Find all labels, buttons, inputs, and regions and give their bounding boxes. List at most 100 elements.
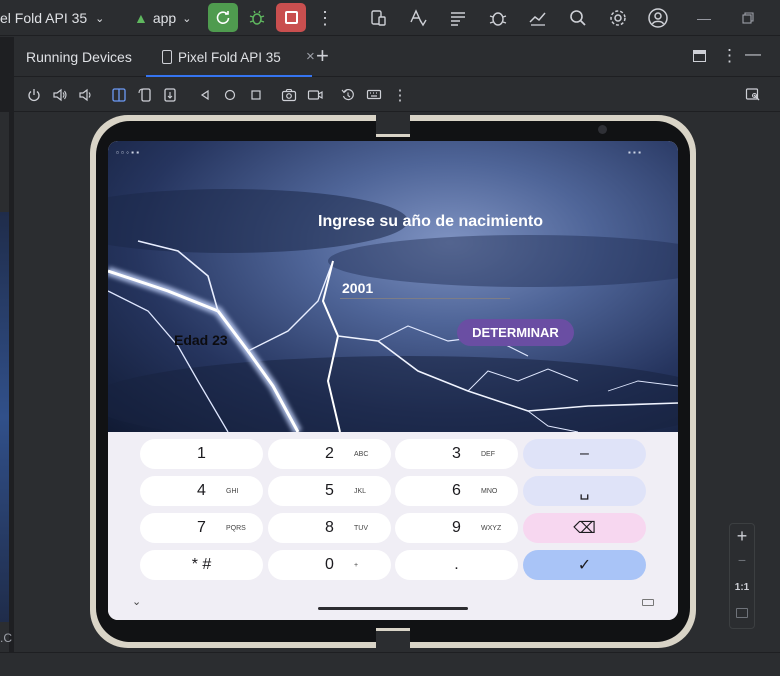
more-vert-icon[interactable]: ⋮ <box>313 6 337 30</box>
key-sublabel: MNO <box>481 487 498 495</box>
keyboard-icon[interactable] <box>365 86 383 104</box>
volume-up-icon[interactable] <box>51 86 69 104</box>
home-icon[interactable] <box>221 86 239 104</box>
android-icon: ▲ <box>134 10 148 26</box>
snapshot-icon[interactable] <box>339 86 357 104</box>
key-sublabel: PQRS <box>226 524 246 532</box>
key-4[interactable]: 4 GHI <box>140 476 263 506</box>
key-label: 4 <box>197 482 206 499</box>
overview-icon[interactable] <box>247 86 265 104</box>
determine-button[interactable]: DETERMINAR <box>457 319 574 346</box>
key-label: 1 <box>197 445 206 462</box>
tab-pixel-fold[interactable]: Pixel Fold API 35 × <box>146 37 326 77</box>
options-icon[interactable]: ⋮ <box>721 46 738 66</box>
key-label: 2 <box>325 445 334 462</box>
screen-record-icon[interactable] <box>306 86 324 104</box>
hide-panel-icon[interactable]: — <box>745 46 761 64</box>
key-sublabel: ABC <box>354 450 369 458</box>
gesture-nav-bar[interactable] <box>318 607 468 610</box>
logcat-icon[interactable] <box>446 6 470 30</box>
rerun-button[interactable] <box>208 3 238 32</box>
more-options-icon[interactable]: ⋮ <box>391 86 409 104</box>
key-6[interactable]: 6 MNO <box>395 476 518 506</box>
status-bar <box>0 652 780 676</box>
key-7[interactable]: 7 PQRS <box>140 513 263 543</box>
rotate-left-icon[interactable] <box>136 86 154 104</box>
birth-year-input[interactable] <box>340 277 510 299</box>
key-label: 3 <box>452 445 461 462</box>
device-hinge-top <box>376 115 410 137</box>
lightning-wallpaper: ▫ ▫ ◦ ▪ ▪ ▪ ▪ ▪ Ingrese su año de nacimi… <box>108 141 678 432</box>
main-toolbar: el Fold API 35 ⌄ ▲ app ⌄ ⋮ — <box>0 0 780 36</box>
key-sublabel: GHI <box>226 487 239 495</box>
debug-icon[interactable] <box>245 6 269 30</box>
zoom-in-button[interactable]: + <box>730 526 754 547</box>
device-manager-icon[interactable] <box>366 6 390 30</box>
window-layout-icon[interactable] <box>693 50 706 62</box>
key-8[interactable]: 8 TUV <box>268 513 391 543</box>
zoom-actual-size-button[interactable]: 1:1 <box>730 582 754 593</box>
key-sublabel: TUV <box>354 524 368 532</box>
key-minus[interactable]: – <box>523 439 646 469</box>
key-0[interactable]: 0 + <box>268 550 391 580</box>
project-name: el Fold API 35 <box>0 10 88 26</box>
app-inspection-icon[interactable] <box>486 6 510 30</box>
key-1[interactable]: 1 <box>140 439 263 469</box>
key-label: ✓ <box>577 557 592 574</box>
key-done[interactable]: ✓ <box>523 550 646 580</box>
gear-icon[interactable] <box>606 6 630 30</box>
svg-text:▫ ▫ ◦ ▪ ▪: ▫ ▫ ◦ ▪ ▪ <box>116 148 139 157</box>
key-label: – <box>580 445 589 462</box>
account-icon[interactable] <box>646 6 670 30</box>
collapsed-side-panel[interactable] <box>0 112 10 652</box>
search-icon[interactable] <box>566 6 590 30</box>
rotate-right-icon[interactable] <box>162 86 180 104</box>
key-backspace[interactable]: ⌫ <box>523 513 646 543</box>
project-selector[interactable]: el Fold API 35 ⌄ <box>0 0 104 36</box>
key-2[interactable]: 2 ABC <box>268 439 391 469</box>
key-3[interactable]: 3 DEF <box>395 439 518 469</box>
rerun-icon <box>216 10 230 24</box>
zoom-out-button[interactable]: − <box>730 552 754 568</box>
fold-posture-icon[interactable] <box>110 86 128 104</box>
chevron-down-icon[interactable]: ⌄ <box>132 595 141 608</box>
stop-icon <box>284 11 298 24</box>
key-label: ␣ <box>579 483 590 500</box>
translate-icon[interactable] <box>406 6 430 30</box>
page-title: Ingrese su año de nacimiento <box>318 213 543 230</box>
key-label: 6 <box>452 482 461 499</box>
key-label: 5 <box>325 482 334 499</box>
key-label: 9 <box>452 519 461 536</box>
key-label: 8 <box>325 519 334 536</box>
key-5[interactable]: 5 JKL <box>268 476 391 506</box>
zoom-controls: + − 1:1 <box>729 523 755 629</box>
active-tab-indicator <box>146 75 312 77</box>
add-tab-button[interactable]: + <box>316 43 329 69</box>
device-screen[interactable]: ▫ ▫ ◦ ▪ ▪ ▪ ▪ ▪ Ingrese su año de nacimi… <box>108 141 678 620</box>
keyboard-switch-icon[interactable] <box>642 599 654 606</box>
power-icon[interactable] <box>25 86 43 104</box>
key-period[interactable]: . <box>395 550 518 580</box>
key-9[interactable]: 9 WXYZ <box>395 513 518 543</box>
key-label: ⌫ <box>573 520 596 537</box>
zoom-fit-icon[interactable] <box>736 608 748 618</box>
chevron-down-icon: ⌄ <box>95 12 105 25</box>
run-config-selector[interactable]: ▲ app ⌄ <box>134 0 191 36</box>
stop-button[interactable] <box>276 3 306 32</box>
screenshot-icon[interactable] <box>280 86 298 104</box>
minimize-window-icon[interactable]: — <box>692 6 716 30</box>
tool-window-title: Running Devices <box>26 49 132 65</box>
profiler-icon[interactable] <box>526 6 550 30</box>
device-frame-icon[interactable] <box>744 86 762 104</box>
key-label: 0 <box>325 556 334 573</box>
back-icon[interactable] <box>196 86 214 104</box>
svg-text:▪ ▪ ▪: ▪ ▪ ▪ <box>628 148 641 157</box>
key-space[interactable]: ␣ <box>523 476 646 506</box>
restore-window-icon[interactable] <box>736 6 760 30</box>
key-label: 7 <box>197 519 206 536</box>
tab-close-icon[interactable]: × <box>306 48 315 65</box>
device-toolbar: ⋮ <box>14 78 780 112</box>
front-camera-icon <box>598 125 607 134</box>
volume-down-icon[interactable] <box>76 86 94 104</box>
key-star-hash[interactable]: * # <box>140 550 263 580</box>
